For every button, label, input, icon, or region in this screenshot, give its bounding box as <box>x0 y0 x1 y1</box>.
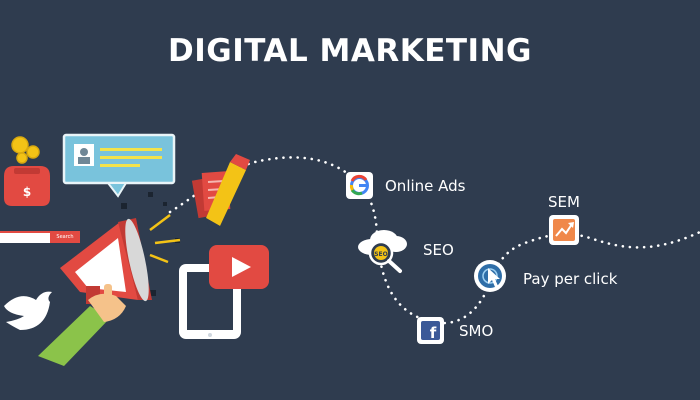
growth-chart-icon <box>549 215 579 245</box>
play-button-icon <box>209 245 269 289</box>
search-button-label: Search <box>56 234 74 240</box>
bird-icon <box>4 291 52 330</box>
svg-text:f: f <box>430 324 437 342</box>
hand-icon <box>38 284 126 366</box>
chat-bubble-icon <box>62 133 176 198</box>
seo-magnifier-icon: SEO <box>358 230 407 273</box>
digital-marketing-banner: DIGITAL MARKETING $ SEO f Online Ads SEO… <box>0 0 700 400</box>
coin-icon <box>11 136 40 164</box>
piggy-bank-icon: $ <box>4 166 50 206</box>
svg-text:SEO: SEO <box>374 251 388 258</box>
megaphone-icon <box>60 214 181 304</box>
channel-label-seo: SEO <box>423 241 454 259</box>
google-icon <box>346 172 373 199</box>
facebook-icon: f <box>417 317 444 344</box>
channel-label-smo: SMO <box>459 322 494 340</box>
cursor-click-icon <box>474 260 506 292</box>
channel-label-sem: SEM <box>548 193 580 211</box>
svg-text:$: $ <box>23 185 31 199</box>
illustration-canvas: $ SEO f <box>0 133 700 366</box>
channel-label-pay-per-click: Pay per click <box>523 270 618 288</box>
channel-label-online-ads: Online Ads <box>385 177 466 195</box>
